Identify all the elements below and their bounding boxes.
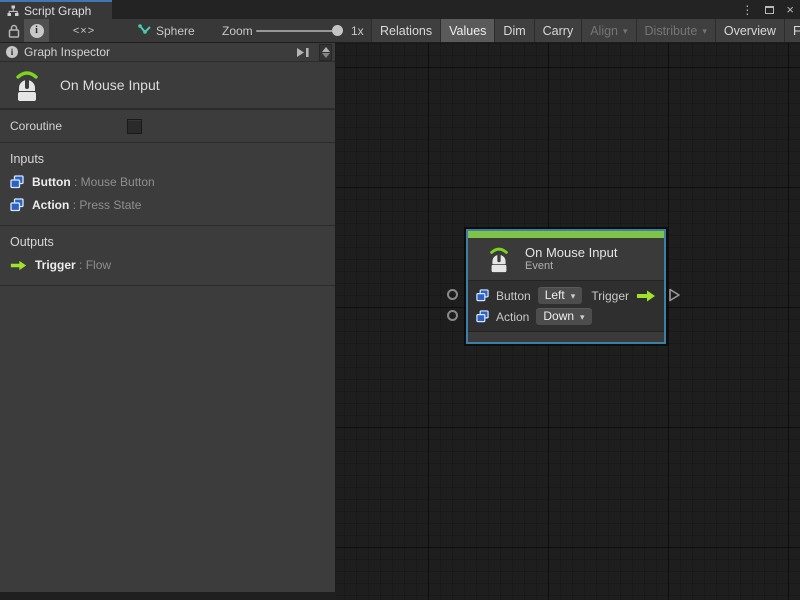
inspector-title: Graph Inspector (24, 45, 110, 59)
inspector-header: i Graph Inspector (0, 43, 335, 62)
toolbar-button-carry[interactable]: Carry (534, 19, 582, 42)
node-header[interactable]: On Mouse Input Event (468, 238, 664, 280)
input-port-row: Button : Mouse Button (10, 174, 335, 190)
target-object-label[interactable]: Sphere (156, 19, 195, 42)
outputs-section: Outputs Trigger : Flow (0, 226, 335, 286)
window-controls: ⋮ × (741, 0, 794, 19)
info-icon: i (6, 46, 18, 58)
node-subtitle: Event (525, 260, 618, 273)
panel-collapse-button[interactable] (295, 46, 311, 59)
graph-toolbar: i <×> Sphere Zoom 1x Relations Values Di… (0, 19, 800, 43)
zoom-slider-track[interactable] (256, 30, 340, 32)
tab-script-graph[interactable]: Script Graph (0, 0, 112, 19)
port-label-trigger: Trigger (591, 289, 629, 303)
script-graph-window: Script Graph ⋮ × i <×> Sphe (0, 0, 800, 600)
inputs-section: Inputs Button : Mouse Button Action : Pr… (0, 143, 335, 226)
node-body: Button Left▾ Trigger Action (468, 280, 664, 332)
node-row-action: Action Down▾ (468, 306, 664, 327)
caret-down-icon: ▾ (571, 291, 576, 302)
lock-button[interactable] (6, 19, 22, 42)
port-label-button: Button (496, 289, 531, 303)
toolbar-button-fullscreen[interactable]: Full Screen (784, 19, 800, 42)
code-view-button[interactable]: <×> (64, 19, 104, 42)
node-title: On Mouse Input (525, 245, 618, 260)
tab-label: Script Graph (24, 4, 91, 18)
stepper-down-icon[interactable] (322, 53, 330, 58)
coroutine-row: Coroutine (0, 110, 335, 143)
toolbar-button-align[interactable]: Align▾ (581, 19, 635, 42)
output-port-trigger[interactable] (668, 288, 681, 302)
input-port-row: Action : Press State (10, 197, 335, 213)
maximize-button[interactable] (765, 6, 774, 14)
mouse-input-icon (10, 67, 44, 103)
close-button[interactable]: × (786, 3, 794, 16)
caret-down-icon: ▾ (623, 26, 628, 37)
value-port-icon (10, 198, 24, 212)
toolbar-button-overview[interactable]: Overview (715, 19, 784, 42)
info-icon: i (30, 24, 44, 38)
node-on-mouse-input[interactable]: On Mouse Input Event Button Left▾ Trigge… (468, 231, 664, 342)
value-port-icon (476, 310, 489, 323)
toolbar-button-relations[interactable]: Relations (371, 19, 440, 42)
button-value-dropdown[interactable]: Left▾ (538, 287, 583, 304)
coroutine-checkbox[interactable] (127, 119, 142, 134)
action-value-dropdown[interactable]: Down▾ (536, 308, 591, 325)
zoom-label: Zoom (222, 19, 253, 42)
toolbar-button-dim[interactable]: Dim (494, 19, 533, 42)
zoom-stepper[interactable] (319, 44, 332, 61)
inspector-toggle-button[interactable]: i (24, 19, 49, 42)
inputs-title: Inputs (10, 152, 335, 166)
toolbar-button-values[interactable]: Values (440, 19, 494, 42)
node-row-button: Button Left▾ Trigger (468, 285, 664, 306)
node-event-strip (468, 231, 664, 238)
kebab-menu-icon[interactable]: ⋮ (741, 3, 753, 17)
caret-down-icon: ▾ (580, 312, 585, 323)
zoom-value: 1x (351, 19, 364, 42)
node-footer (468, 332, 664, 342)
port-label-action: Action (496, 310, 529, 324)
graph-inspector-panel: i Graph Inspector (0, 43, 336, 592)
tab-strip: Script Graph ⋮ × (0, 0, 800, 19)
output-port-row: Trigger : Flow (10, 257, 335, 273)
zoom-slider-handle[interactable] (332, 25, 343, 36)
script-machine-icon (137, 19, 153, 42)
value-port-icon (10, 175, 24, 189)
toolbar-buttons: Relations Values Dim Carry Align▾ Distri… (371, 19, 800, 42)
mouse-input-icon (485, 244, 513, 274)
coroutine-label: Coroutine (10, 119, 62, 133)
graph-tab-icon (7, 5, 19, 17)
trigger-output: Trigger (591, 289, 656, 303)
input-port-button[interactable] (447, 289, 458, 300)
panel-collapse-icon (295, 46, 311, 59)
toolbar-button-distribute[interactable]: Distribute▾ (636, 19, 715, 42)
flow-arrow-icon (636, 290, 656, 302)
lock-icon (8, 24, 20, 38)
caret-down-icon: ▾ (702, 26, 707, 37)
code-icon: <×> (73, 25, 95, 37)
unit-header: On Mouse Input (0, 62, 335, 110)
flow-arrow-icon (10, 260, 27, 271)
outputs-title: Outputs (10, 235, 335, 249)
unit-title: On Mouse Input (60, 77, 160, 93)
panel-bottom-edge (0, 592, 336, 600)
input-port-action[interactable] (447, 310, 458, 321)
stepper-up-icon[interactable] (322, 47, 330, 52)
value-port-icon (476, 289, 489, 302)
